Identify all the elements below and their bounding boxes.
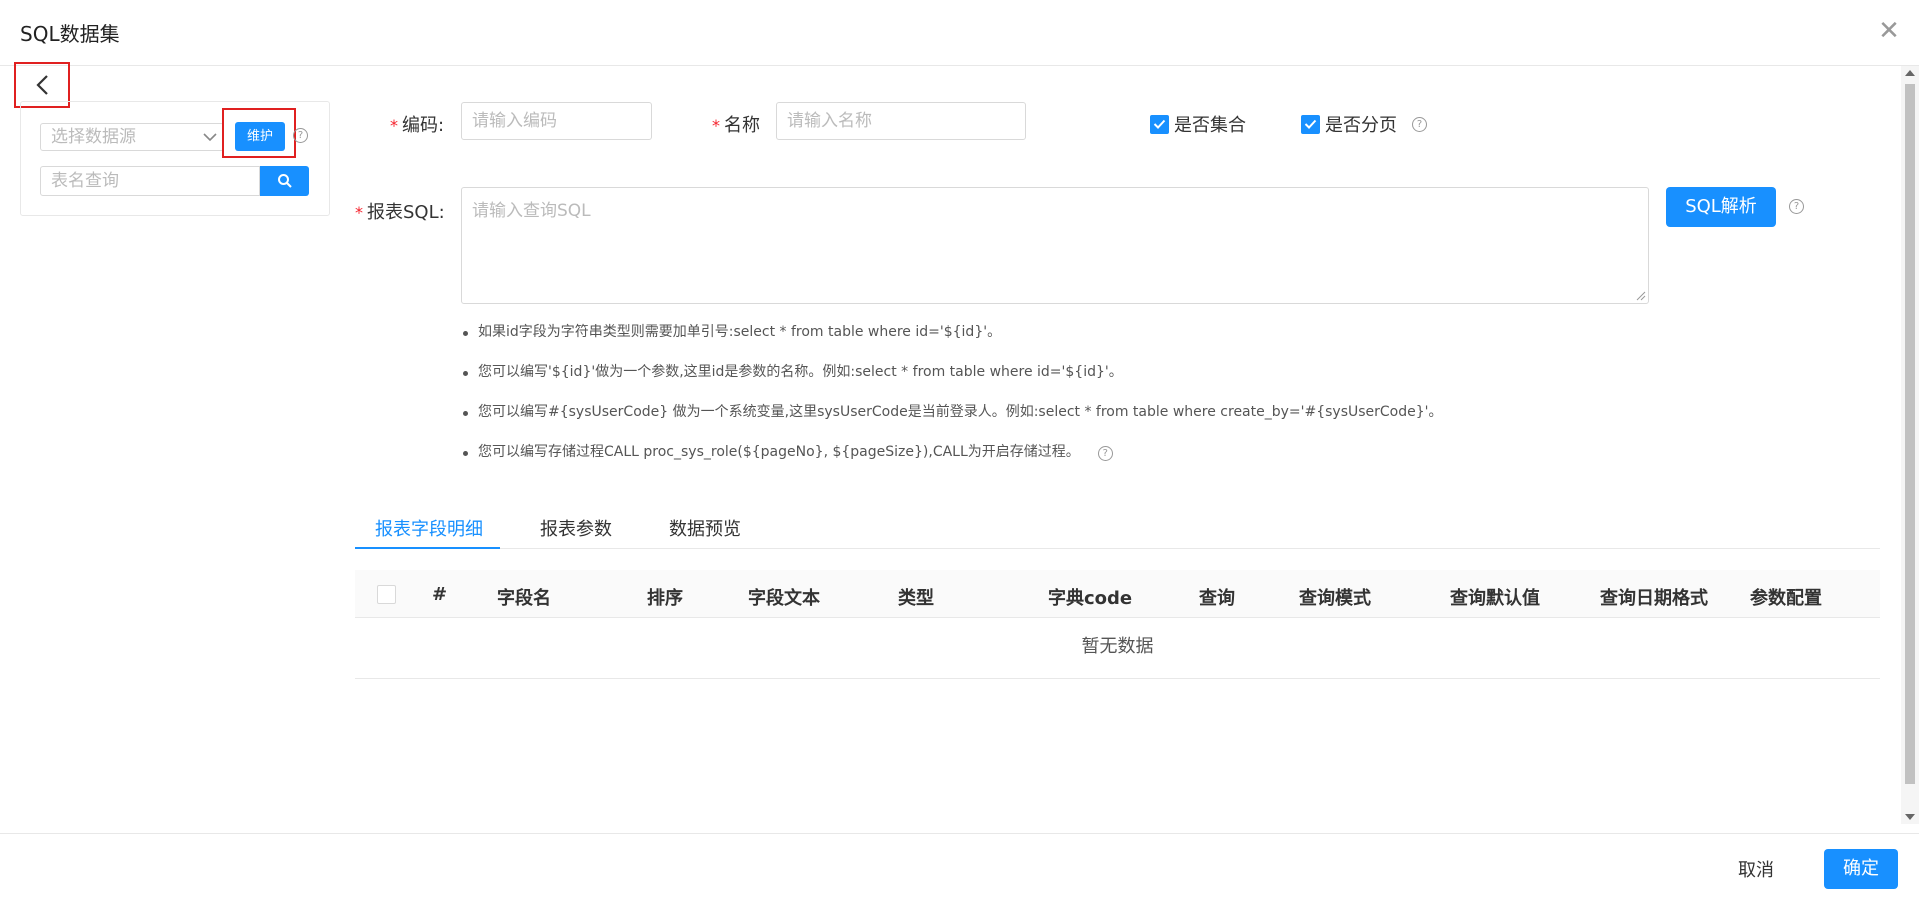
close-icon[interactable]: ✕ <box>1875 18 1903 46</box>
name-input[interactable]: 请输入名称 <box>776 102 1026 140</box>
sql-dataset-modal: SQL数据集 ✕ 选择数据源 维护 ? 表名查询 * 编码: 请输入编码 * 名称 … <box>0 0 1919 897</box>
column-header: 字段名 <box>497 588 551 609</box>
table-search-input[interactable]: 表名查询 <box>40 166 260 196</box>
select-all-checkbox[interactable] <box>377 585 396 604</box>
help-icon[interactable]: ? <box>293 128 308 143</box>
is-paging-label: 是否分页 <box>1325 115 1397 136</box>
table-empty: 暂无数据 <box>355 619 1880 679</box>
name-label: * 名称 <box>712 115 760 136</box>
help-icon[interactable]: ? <box>1789 199 1804 214</box>
tab-field-details[interactable]: 报表字段明细 <box>375 515 483 541</box>
chevron-down-icon <box>203 133 217 142</box>
table-header: # 字段名 排序 字段文本 类型 字典code 查询 查询模式 查询默认值 查询… <box>355 570 1880 618</box>
tip-item: 您可以编写存储过程CALL proc_sys_role(${pageNo}, $… <box>463 442 1563 482</box>
tab-bar: 报表字段明细 报表参数 数据预览 <box>355 505 1880 549</box>
is-collection-checkbox[interactable]: 是否集合 <box>1150 111 1246 137</box>
column-header: # <box>432 584 448 605</box>
modal-header: SQL数据集 ✕ <box>0 0 1919 66</box>
column-header: 查询模式 <box>1299 588 1371 609</box>
datasource-select-placeholder: 选择数据源 <box>51 127 136 147</box>
checkbox-checked-icon <box>1150 114 1169 134</box>
checkbox-checked-icon <box>1301 114 1320 134</box>
modal-title: SQL数据集 <box>20 22 120 46</box>
column-header: 类型 <box>898 588 934 609</box>
tip-item: 如果id字段为字符串类型则需要加单引号:select * from table … <box>463 322 1563 362</box>
tip-item: 您可以编写'${id}'做为一个参数,这里id是参数的名称。例如:select … <box>463 362 1563 402</box>
column-header: 查询 <box>1199 588 1235 609</box>
tab-data-preview[interactable]: 数据预览 <box>669 515 741 541</box>
table-search-placeholder: 表名查询 <box>51 171 119 191</box>
sql-label: * 报表SQL: <box>355 202 445 223</box>
help-icon[interactable]: ? <box>1097 446 1113 461</box>
resize-grip-icon[interactable] <box>1636 291 1646 301</box>
column-header: 查询默认值 <box>1450 588 1540 609</box>
ok-button[interactable]: 确定 <box>1824 849 1898 889</box>
code-placeholder: 请输入编码 <box>472 111 557 131</box>
chevron-left-icon <box>36 75 48 95</box>
column-header: 查询日期格式 <box>1600 588 1708 609</box>
code-label: * 编码: <box>390 115 445 136</box>
scroll-thumb[interactable] <box>1905 84 1915 784</box>
maintain-button[interactable]: 维护 <box>235 122 285 151</box>
modal-footer: 取消 确定 <box>0 833 1919 897</box>
scrollbar[interactable] <box>1901 66 1919 824</box>
cancel-button[interactable]: 取消 <box>1738 856 1774 882</box>
column-header: 排序 <box>647 588 683 609</box>
tab-report-params[interactable]: 报表参数 <box>540 515 612 541</box>
column-header: 字典code <box>1048 588 1133 609</box>
datasource-select[interactable]: 选择数据源 <box>40 123 224 151</box>
column-header: 字段文本 <box>748 588 820 609</box>
sql-textarea[interactable]: 请输入查询SQL <box>461 187 1649 304</box>
is-collection-label: 是否集合 <box>1174 115 1246 136</box>
scroll-up-icon[interactable] <box>1905 70 1915 76</box>
sql-placeholder: 请输入查询SQL <box>472 201 591 221</box>
code-input[interactable]: 请输入编码 <box>461 102 652 140</box>
sql-tips-list: 如果id字段为字符串类型则需要加单引号:select * from table … <box>463 322 1563 482</box>
search-button[interactable] <box>260 166 309 196</box>
column-header: 参数配置 <box>1750 588 1822 609</box>
sql-parse-button[interactable]: SQL解析 <box>1666 187 1776 227</box>
search-icon <box>277 174 292 188</box>
is-paging-checkbox[interactable]: 是否分页 ? <box>1301 111 1427 137</box>
scroll-down-icon[interactable] <box>1905 814 1915 820</box>
help-icon[interactable]: ? <box>1412 116 1427 132</box>
tip-item: 您可以编写#{sysUserCode} 做为一个系统变量,这里sysUserCo… <box>463 402 1563 442</box>
tab-active-indicator <box>355 547 500 549</box>
name-placeholder: 请输入名称 <box>787 111 872 131</box>
